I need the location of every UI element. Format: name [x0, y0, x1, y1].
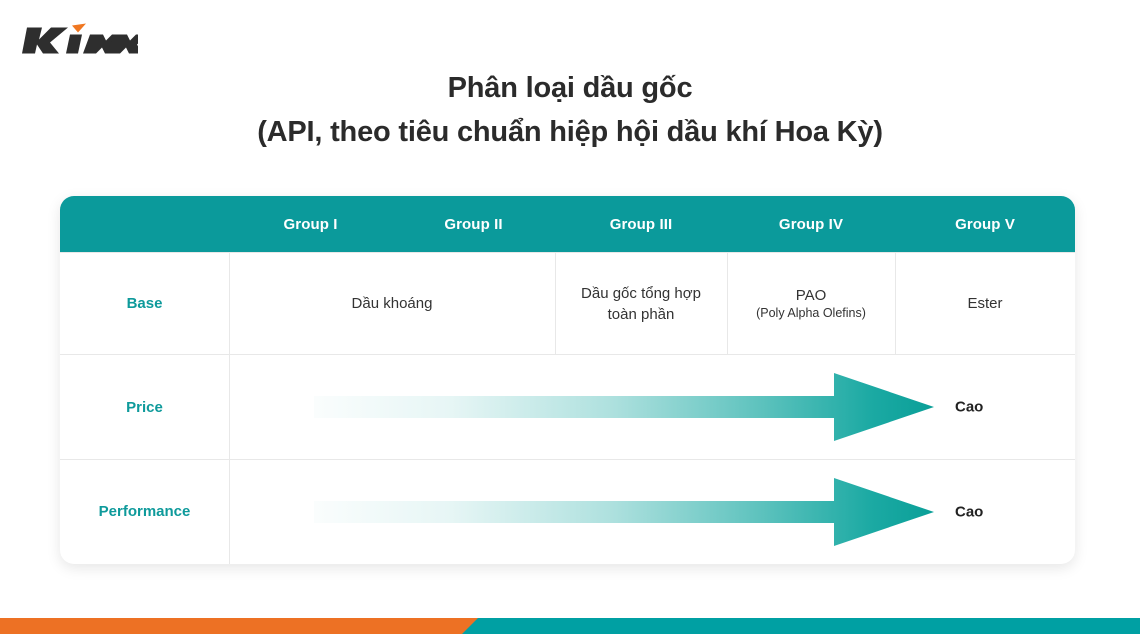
- table-header-group-1: Group I: [283, 215, 338, 233]
- cell-pao: PAO (Poly Alpha Olefins): [727, 253, 895, 355]
- perf-cell-g4: [727, 460, 895, 564]
- price-cell-g4: [727, 355, 895, 459]
- pao-main-label: PAO: [795, 287, 827, 304]
- perf-cell-g2: [392, 460, 555, 564]
- row-label-base: Base: [126, 295, 163, 312]
- perf-cell-g3: [555, 460, 727, 564]
- table-row-base: Base Dầu khoáng Dầu gốc tổng hợp toàn ph…: [60, 252, 1075, 355]
- table-header-group-3: Group III: [609, 215, 673, 233]
- pao-sub-label: (Poly Alpha Olefins): [756, 306, 866, 320]
- price-cell-g2: [392, 355, 555, 459]
- table-header-group-4: Group IV: [778, 215, 844, 233]
- cell-full-synthetic-text: Dầu gốc tổng hợp toàn phần: [581, 283, 701, 325]
- table-header-group-2: Group II: [444, 215, 503, 233]
- cell-ester: Ester: [895, 253, 1075, 355]
- kixx-logo: [22, 22, 138, 58]
- table-header-row: Group I Group II Group III Group IV Grou…: [60, 196, 1075, 252]
- table-row-price: Price Cao: [60, 354, 1075, 459]
- title-line-2: (API, theo tiêu chuẩn hiệp hội dầu khí H…: [257, 116, 883, 148]
- row-label-performance: Performance: [98, 503, 191, 521]
- table-header-group-5: Group V: [955, 215, 1015, 233]
- classification-table: Group I Group II Group III Group IV Grou…: [60, 196, 1075, 564]
- cell-mineral-oil: Dầu khoáng: [229, 253, 555, 355]
- table-row-performance: Performance Cao: [60, 459, 1075, 564]
- synthetic-line-2: toàn phần: [607, 305, 675, 323]
- classification-table-card: Group I Group II Group III Group IV Grou…: [60, 196, 1075, 564]
- perf-cell-g1: [229, 460, 392, 564]
- logo-accent-icon: [72, 23, 86, 33]
- bottom-accent-bar: [0, 618, 1140, 634]
- perf-cell-g5: [895, 460, 1075, 564]
- price-cell-g5: [895, 355, 1075, 459]
- title-line-1: Phân loại dầu gốc: [447, 72, 693, 104]
- price-cell-g1: [229, 355, 392, 459]
- row-label-price: Price: [126, 398, 163, 416]
- cell-pao-text: PAO (Poly Alpha Olefins): [756, 287, 866, 320]
- orange-bar-segment: [0, 618, 478, 634]
- synthetic-line-1: Dầu gốc tổng hợp: [581, 284, 701, 302]
- cell-full-synthetic: Dầu gốc tổng hợp toàn phần: [555, 253, 727, 355]
- price-cell-g3: [555, 355, 727, 459]
- kixx-wordmark-icon: [22, 23, 138, 54]
- page-title: Phân loại dầu gốc (API, theo tiêu chuẩn …: [0, 66, 1140, 154]
